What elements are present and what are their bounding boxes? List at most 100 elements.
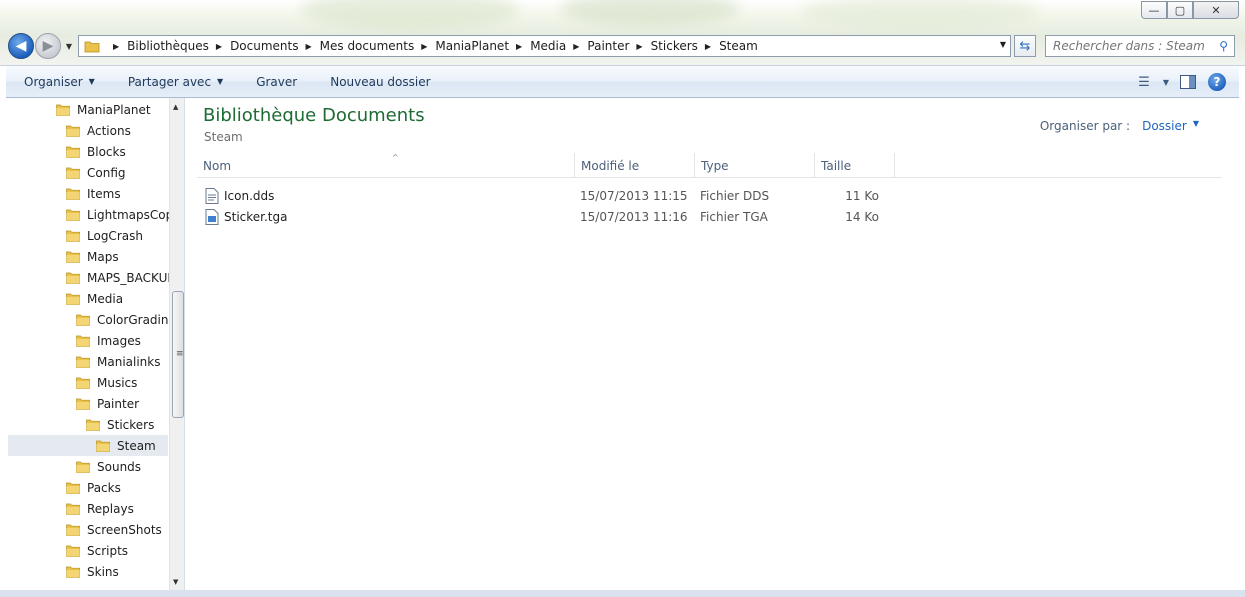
share-label: Partager avec	[127, 74, 212, 89]
breadcrumb-separator-icon[interactable]: ▶	[573, 42, 579, 51]
file-row[interactable]: Sticker.tga 15/07/2013 11:16 Fichier TGA 14…	[197, 206, 889, 227]
view-dropdown[interactable]: ▼	[1159, 78, 1173, 87]
tree-item-steam[interactable]: Steam	[8, 435, 168, 456]
tree-item-skins[interactable]: Skins	[66, 561, 166, 582]
tree-item-musics[interactable]: Musics	[76, 372, 166, 393]
view-options-button[interactable]: ☰	[1129, 75, 1159, 90]
refresh-icon: ⇆	[1019, 38, 1031, 54]
tree-item-scripts[interactable]: Scripts	[66, 540, 166, 561]
organize-button[interactable]: Organiser ▼	[6, 75, 110, 89]
tree-item-maniaplanet[interactable]: ManiaPlanet	[56, 99, 166, 120]
tree-item-replays[interactable]: Replays	[66, 498, 166, 519]
tree-item-media[interactable]: Media	[66, 288, 166, 309]
address-bar[interactable]: ▶ Bibliothèques ▶ Documents ▶ Mes documents ▶…	[78, 35, 1011, 57]
breadcrumb: Bibliothèques ▶ Documents ▶ Mes documents ▶ Ma…	[127, 39, 758, 53]
tree-item-actions[interactable]: Actions	[66, 120, 166, 141]
tree-item-maps[interactable]: Maps	[66, 246, 166, 267]
back-button[interactable]: ◀	[8, 33, 34, 59]
forward-button[interactable]: ▶	[35, 33, 61, 59]
folder-icon	[66, 251, 80, 263]
burn-button[interactable]: Graver	[238, 75, 312, 89]
tree-item-label: ColorGrading	[97, 312, 177, 327]
sort-ascending-icon: ^	[392, 153, 399, 162]
tree-item-config[interactable]: Config	[66, 162, 166, 183]
tree-item-maps-backuf[interactable]: MAPS_BACKUF	[66, 267, 174, 288]
tree-item-label: Media	[87, 291, 124, 306]
column-header: ^ Nom Modifié le Type Taille	[197, 153, 1222, 178]
tree-item-images[interactable]: Images	[76, 330, 166, 351]
folder-icon	[76, 461, 90, 473]
column-size[interactable]: Taille	[815, 153, 895, 178]
tree-item-blocks[interactable]: Blocks	[66, 141, 166, 162]
chevron-down-icon[interactable]: ▼	[1193, 119, 1199, 133]
breadcrumb-item[interactable]: Media ▶	[530, 39, 587, 53]
breadcrumb-separator-icon[interactable]: ▶	[705, 42, 711, 51]
minimize-button[interactable]: —	[1141, 1, 1167, 19]
tree-item-label: Manialinks	[97, 354, 161, 369]
tree-item-colorgrading[interactable]: ColorGrading	[76, 309, 176, 330]
refresh-button[interactable]: ⇆	[1014, 35, 1036, 57]
breadcrumb-item[interactable]: Painter ▶	[587, 39, 650, 53]
breadcrumb-label: Bibliothèques	[127, 39, 209, 53]
tree-item-items[interactable]: Items	[66, 183, 166, 204]
tree-item-manialinks[interactable]: Manialinks	[76, 351, 166, 372]
breadcrumb-item[interactable]: Stickers ▶	[651, 39, 720, 53]
tree-item-label: Config	[87, 165, 126, 180]
help-button[interactable]: ?	[1203, 73, 1239, 91]
folder-icon	[66, 293, 80, 305]
breadcrumb-label: Mes documents	[319, 39, 415, 53]
tree-item-sounds[interactable]: Sounds	[76, 456, 166, 477]
new-folder-button[interactable]: Nouveau dossier	[312, 75, 445, 89]
recent-pages-dropdown[interactable]: ▼	[63, 42, 75, 51]
file-name: Icon.dds	[224, 188, 275, 203]
chevron-down-icon: ▼	[88, 77, 95, 86]
column-type[interactable]: Type	[695, 153, 815, 178]
folder-icon	[66, 167, 80, 179]
tree-item-label: LightmapsCop	[87, 207, 174, 222]
breadcrumb-separator-icon[interactable]: ▶	[516, 42, 522, 51]
breadcrumb-item[interactable]: Bibliothèques ▶	[127, 39, 230, 53]
tree-item-painter[interactable]: Painter	[76, 393, 166, 414]
tree-item-packs[interactable]: Packs	[66, 477, 166, 498]
column-modified[interactable]: Modifié le	[575, 153, 695, 178]
tree-item-screenshots[interactable]: ScreenShots	[66, 519, 166, 540]
scroll-thumb[interactable]: ≡	[172, 291, 184, 418]
breadcrumb-item[interactable]: ManiaPlanet ▶	[435, 39, 530, 53]
breadcrumb-item[interactable]: Mes documents ▶	[320, 39, 436, 53]
breadcrumb-separator-icon[interactable]: ▶	[216, 42, 222, 51]
tree-item-lightmapscop[interactable]: LightmapsCop	[66, 204, 173, 225]
breadcrumb-separator-icon[interactable]: ▶	[636, 42, 642, 51]
breadcrumb-label: Stickers	[650, 39, 698, 53]
maximize-button[interactable]: ▢	[1167, 1, 1193, 19]
search-icon[interactable]: ⚲	[1219, 39, 1228, 53]
file-modified: 15/07/2013 11:15	[580, 188, 688, 203]
chevron-down-icon: ▼	[217, 77, 224, 86]
preview-pane-button[interactable]	[1173, 75, 1203, 89]
arrow-right-icon: ▶	[42, 38, 54, 54]
tree-item-label: Actions	[87, 123, 131, 138]
share-button[interactable]: Partager avec ▼	[110, 75, 238, 89]
breadcrumb-separator-icon[interactable]: ▶	[421, 42, 427, 51]
search-box[interactable]: ⚲	[1045, 35, 1235, 57]
library-subtitle: Steam	[204, 130, 243, 144]
tree-item-stickers[interactable]: Stickers	[86, 414, 166, 435]
tree-item-logcrash[interactable]: LogCrash	[66, 225, 166, 246]
breadcrumb-separator[interactable]: ▶	[106, 42, 127, 51]
folder-icon	[66, 230, 80, 242]
file-row[interactable]: Icon.dds 15/07/2013 11:15 Fichier DDS 11 Ko	[197, 185, 889, 206]
column-name[interactable]: Nom	[197, 153, 575, 178]
folder-icon	[86, 419, 100, 431]
scroll-down-icon[interactable]: ▼	[173, 578, 178, 586]
arrange-by-dropdown[interactable]: Dossier	[1142, 119, 1187, 133]
search-input[interactable]	[1053, 39, 1213, 53]
nav-scrollbar[interactable]: ▲ ≡ ▼	[169, 98, 184, 590]
folder-icon	[84, 41, 100, 53]
breadcrumb-separator-icon[interactable]: ▶	[305, 42, 311, 51]
scroll-up-icon[interactable]: ▲	[173, 103, 178, 111]
breadcrumb-item[interactable]: Documents ▶	[230, 39, 320, 53]
close-button[interactable]: ✕	[1193, 1, 1239, 19]
address-history-dropdown[interactable]: ▼	[1000, 40, 1006, 49]
tree-item-label: Scripts	[87, 543, 129, 558]
folder-icon	[76, 398, 90, 410]
breadcrumb-item[interactable]: Steam	[719, 39, 758, 53]
